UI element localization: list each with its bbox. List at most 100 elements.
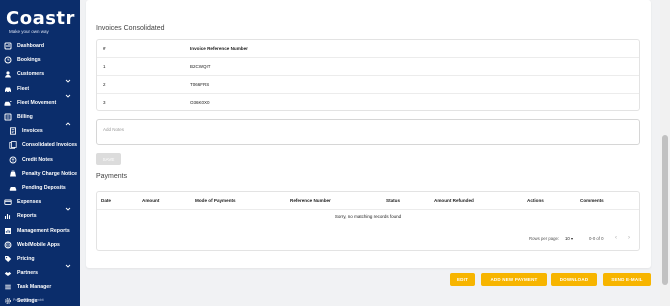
next-page-icon[interactable]: › [628,235,630,241]
pricing-icon [4,255,12,263]
sidebar: Coastr Make your own way Dashboard Bookin… [0,0,80,306]
payments-title: Payments [96,173,128,180]
sidebar-item-label: Partners [17,270,39,277]
sidebar-item-label: Management Reports [17,227,70,234]
partners-icon [4,269,12,277]
col-header-amount-refunded: Amount Refunded [434,198,474,203]
sidebar-item-fleet[interactable]: Fleet [0,82,80,98]
sidebar-item-label: Expenses [17,199,42,206]
select-caret-icon: ▾ [570,236,573,241]
col-header-comments: Comments [580,198,604,203]
sidebar-item-label: Pending Deposits [22,184,66,191]
col-header-date: Date [101,198,111,203]
consolidated-table: # Invoice Reference Number 1 B2CWQIT 2 T… [96,39,640,111]
logo-text: Coastr [6,8,75,29]
sidebar-item-label: Reports [17,213,37,220]
sidebar-item-invoices[interactable]: Invoices [0,124,80,138]
powered-by: Powered by Brenbit [13,298,44,302]
deposit-icon [9,184,17,192]
table-row[interactable]: 2 T066FRS [97,76,639,94]
credit-notes-icon [9,156,17,164]
sidebar-item-label: Pricing [17,255,35,262]
send-email-button[interactable]: SEND E-MAIL [603,273,651,286]
chevron-down-icon [65,256,71,268]
empty-row: Sorry, no matching records found [97,210,639,224]
sidebar-item-bookings[interactable]: Bookings [0,53,80,67]
row-index: 3 [103,100,106,105]
dashboard-icon [4,42,12,50]
chevron-down-icon [65,71,71,84]
task-icon [4,283,12,291]
sidebar-item-partners[interactable]: Partners [0,266,80,280]
rows-per-page-select[interactable]: 10 ▾ [565,236,573,241]
invoice-ref: B2CWQIT [190,64,211,69]
col-header-actions: Actions [527,198,544,203]
expenses-icon [4,198,12,206]
management-reports-icon [4,227,12,235]
empty-message: Sorry, no matching records found [334,214,402,219]
brand-logo[interactable]: Coastr Make your own way [6,8,76,35]
sidebar-item-web-mobile-apps[interactable]: Web/Mobile Apps [0,238,80,252]
col-header-reference: Reference Number [290,198,331,203]
prev-page-icon[interactable]: ‹ [615,235,617,241]
notes-field[interactable]: Add Notes [96,119,640,145]
sidebar-item-label: Bookings [17,57,41,64]
sidebar-item-dashboard[interactable]: Dashboard [0,39,80,53]
apps-icon [4,241,12,249]
sidebar-item-label: Fleet [17,85,30,92]
sidebar-item-label: Fleet Movement [17,99,57,106]
sidebar-item-reports[interactable]: Reports [0,209,80,223]
sidebar-item-label: Consolidated Invoices [22,142,78,149]
consolidated-invoice-icon [9,141,17,150]
customers-icon [4,70,12,78]
sidebar-item-label: Task Manager [17,284,52,291]
col-header-status: Status [386,198,401,203]
sidebar-item-label: Web/Mobile Apps [17,241,60,248]
chevron-down-icon [65,86,71,98]
col-header-invoice-ref: Invoice Reference Number [190,46,248,51]
sidebar-item-billing[interactable]: Billing [0,110,80,126]
sidebar-item-pending-deposits[interactable]: Pending Deposits [0,181,80,195]
sidebar-item-penalty-charge-notice[interactable]: Penalty Charge Notice [0,167,80,181]
fleet-movement-icon [4,99,12,107]
sidebar-item-label: Credit Notes [22,156,53,163]
save-button[interactable]: SAVE [96,153,121,165]
sidebar-item-expenses[interactable]: Expenses [0,195,80,211]
col-header-amount: Amount [142,198,160,203]
sidebar-item-credit-notes[interactable]: Credit Notes [0,153,80,167]
sidebar-item-pricing[interactable]: Pricing [0,252,80,268]
billing-icon [4,113,12,121]
rows-per-page-value: 10 [565,236,570,241]
notes-placeholder: Add Notes [103,127,125,132]
chevron-down-icon [65,114,71,126]
sidebar-nav: Dashboard Bookings Customers Fleet Fleet Mov… [0,39,80,306]
sidebar-item-label: Dashboard [17,43,45,50]
sidebar-item-fleet-movement[interactable]: Fleet Movement [0,96,80,110]
chevron-down-icon [65,298,71,304]
sidebar-item-customers[interactable]: Customers [0,67,80,84]
reports-icon [4,212,12,220]
table-row[interactable]: 3 O36K0X0 [97,94,639,112]
col-header-index: # [103,46,106,51]
consolidated-title: Invoices Consolidated [96,25,165,32]
sidebar-item-consolidated-invoices[interactable]: Consolidated Invoices [0,138,80,152]
sidebar-item-management-reports[interactable]: Management Reports [0,223,80,237]
edit-button[interactable]: EDIT [450,273,475,286]
invoice-icon [9,127,17,135]
scrollbar-thumb[interactable] [662,135,668,285]
table-row[interactable]: 1 B2CWQIT [97,58,639,76]
add-new-payment-button[interactable]: ADD NEW PAYMENT [481,273,547,286]
row-index: 1 [103,64,106,69]
sidebar-item-label: Customers [17,71,45,78]
invoice-ref: O36K0X0 [190,100,210,105]
payments-table: Date Amount Mode of Payments Reference N… [96,191,640,251]
invoice-ref: T066FRS [190,82,210,87]
sidebar-item-label: Billing [17,114,33,121]
settings-icon [4,297,12,305]
download-button[interactable]: DOWNLOAD [551,273,597,286]
col-header-mode: Mode of Payments [195,198,236,203]
sidebar-item-label: Penalty Charge Notice [22,170,78,177]
table-header-row: Date Amount Mode of Payments Reference N… [97,192,639,210]
sidebar-item-task-manager[interactable]: Task Manager [0,280,80,294]
pagination-range: 0-0 of 0 [589,236,604,241]
